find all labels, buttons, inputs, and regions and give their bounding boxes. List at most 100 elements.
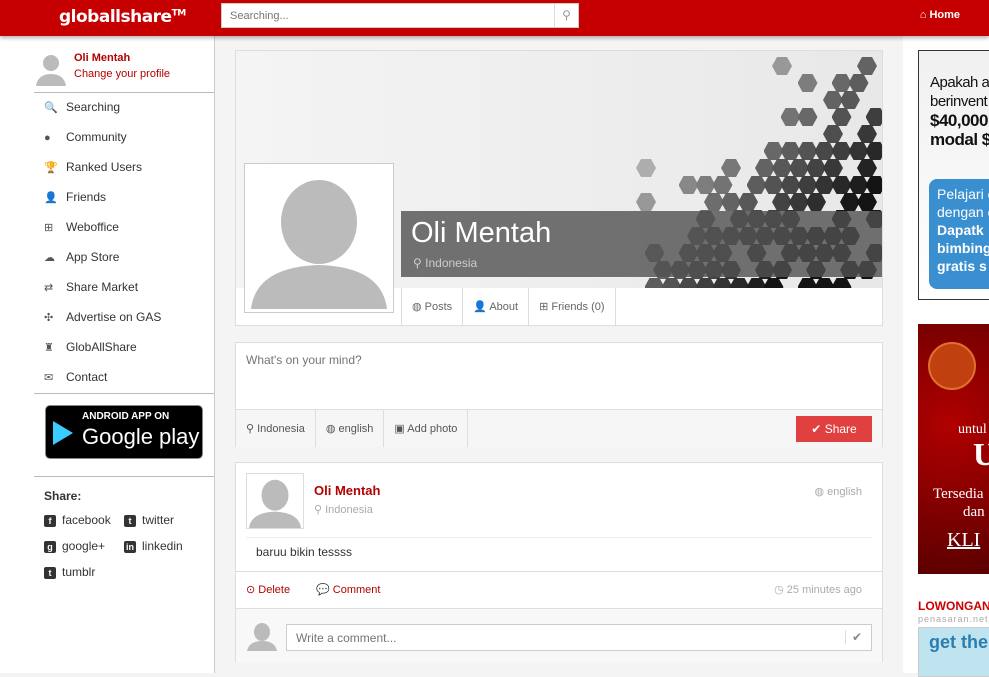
nav-icon: 🔍 — [44, 100, 66, 117]
nav-icon: ✉ — [44, 370, 66, 387]
share-label: twitter — [142, 513, 174, 527]
submit-comment-icon[interactable]: ✔ — [845, 630, 862, 644]
logo[interactable]: globallshareTM — [59, 7, 186, 27]
sidebar-item-globallshare[interactable]: ♜ GlobAllShare — [44, 339, 161, 369]
ad-text: gratis s — [937, 257, 989, 275]
gp-line2: Google play — [82, 424, 199, 450]
commenter-avatar — [246, 621, 278, 651]
user-name[interactable]: Oli Mentah — [74, 52, 130, 64]
hexagon-decoration — [636, 192, 656, 212]
sidebar-item-label: Weboffice — [66, 220, 119, 234]
name-band: Oli Mentah ⚲ Indonesia — [401, 211, 882, 277]
sidebar-item-weboffice[interactable]: ⊞ Weboffice — [44, 219, 161, 249]
sidebar-item-community[interactable]: ● Community — [44, 129, 161, 159]
nav-icon: ● — [44, 130, 66, 147]
sidebar-item-label: Share Market — [66, 280, 138, 294]
change-profile-link[interactable]: Change your profile — [74, 68, 170, 80]
sidebar-item-contact[interactable]: ✉ Contact — [44, 369, 161, 399]
ad-banner-2[interactable]: untul U Tersedia dan KLI — [918, 324, 989, 574]
language-text: english — [827, 486, 862, 498]
top-bar: globallshareTM ⚲ ⌂ Home — [0, 0, 989, 36]
avatar[interactable] — [34, 52, 68, 86]
divider — [236, 571, 882, 572]
home-icon: ⌂ — [920, 9, 927, 21]
logo-text: globallshare — [59, 7, 172, 27]
share-twitter[interactable]: t twitter — [124, 513, 174, 527]
map-marker-icon: ⚲ — [314, 504, 322, 516]
nav-icon: ♜ — [44, 340, 66, 357]
globe-icon: ◍ — [814, 486, 824, 498]
comment-button[interactable]: 💬 Comment — [316, 583, 380, 596]
hexagon-decoration — [823, 124, 843, 144]
sidebar-item-label: Advertise on GAS — [66, 310, 161, 324]
divider — [34, 92, 214, 93]
ad-text: dengan c — [937, 203, 989, 221]
share-button[interactable]: ✔ Share — [796, 416, 872, 442]
search-box: ⚲ — [221, 3, 579, 28]
status-input[interactable] — [236, 343, 882, 409]
nav-icon: ⇄ — [44, 280, 66, 297]
ad-banner-1[interactable]: Apakah a berinvent $40,000 modal $ Pelajari… — [918, 50, 989, 300]
hexagon-decoration — [806, 192, 826, 212]
google-play-button[interactable]: ANDROID APP ON Google play — [45, 405, 203, 459]
map-marker-icon: ⚲ — [246, 423, 254, 435]
tab-about[interactable]: 👤 About — [462, 288, 528, 326]
search-input[interactable] — [222, 4, 552, 27]
post-language: ◍ english — [814, 485, 862, 498]
profile-avatar[interactable] — [244, 163, 394, 313]
home-link[interactable]: ⌂ Home — [920, 9, 960, 21]
post-text: baruu bikin tessss — [256, 545, 352, 559]
location-button[interactable]: ⚲ Indonesia — [236, 410, 316, 447]
share-title: Share: — [44, 489, 81, 503]
tumblr-icon: t — [44, 567, 56, 579]
profile-header: Oli Mentah ⚲ Indonesia ◍ Posts 👤 About ⊞… — [235, 50, 883, 326]
sidebar-item-share-market[interactable]: ⇄ Share Market — [44, 279, 161, 309]
share-googleplus[interactable]: g google+ — [44, 539, 105, 553]
ad-text: bimbing — [937, 239, 989, 257]
hexagon-decoration — [798, 107, 818, 127]
language-button[interactable]: ◍ english — [316, 410, 385, 447]
user-icon: 👤 — [473, 301, 487, 313]
globe-icon: ◍ — [326, 423, 336, 435]
share-label: google+ — [62, 539, 105, 553]
sidebar-item-label: Contact — [66, 370, 107, 384]
post-card: Oli Mentah ⚲ Indonesia ◍ english baruu b… — [235, 462, 883, 662]
hexagon-decoration — [840, 90, 860, 110]
comment-icon: 💬 — [316, 584, 330, 596]
comment-input[interactable] — [286, 624, 872, 651]
googleplus-icon: g — [44, 541, 56, 553]
hexagon-decoration — [866, 175, 883, 195]
hexagon-decoration — [866, 107, 883, 127]
sidebar: Oli Mentah Change your profile 🔍 Searchin… — [0, 36, 215, 673]
sidebar-item-label: Ranked Users — [66, 160, 142, 174]
sidebar-item-friends[interactable]: 👤 Friends — [44, 189, 161, 219]
clock-icon: ◷ — [774, 584, 784, 596]
gp-line1: ANDROID APP ON — [82, 411, 169, 422]
hexagon-decoration — [857, 158, 877, 178]
sidebar-item-label: Community — [66, 130, 127, 144]
post-author[interactable]: Oli Mentah — [314, 483, 380, 498]
linkedin-icon: in — [124, 541, 136, 553]
search-icon[interactable]: ⚲ — [554, 4, 578, 27]
sidebar-item-label: GlobAllShare — [66, 340, 137, 354]
divider — [34, 476, 214, 477]
tab-posts[interactable]: ◍ Posts — [401, 288, 462, 326]
sidebar-item-searching[interactable]: 🔍 Searching — [44, 99, 161, 129]
share-facebook[interactable]: f facebook — [44, 513, 111, 527]
share-linkedin[interactable]: in linkedin — [124, 539, 183, 553]
post-author-avatar[interactable] — [246, 473, 304, 529]
tab-label: Friends (0) — [551, 301, 604, 313]
share-tumblr[interactable]: t tumblr — [44, 565, 95, 579]
sidebar-item-app-store[interactable]: ☁ App Store — [44, 249, 161, 279]
delete-button[interactable]: ⊙ Delete — [246, 583, 290, 596]
hexagon-decoration — [636, 158, 656, 178]
ad-text: Apakah a — [930, 73, 989, 92]
jobs-ad-title[interactable]: LOWONGAN — [918, 599, 989, 613]
add-photo-button[interactable]: ▣ Add photo — [384, 410, 468, 447]
tab-label: About — [489, 301, 518, 313]
sidebar-item-ranked-users[interactable]: 🏆 Ranked Users — [44, 159, 161, 189]
ad-text: berinvent — [930, 92, 989, 111]
sidebar-item-advertise-on-gas[interactable]: ✣ Advertise on GAS — [44, 309, 161, 339]
tab-friends[interactable]: ⊞ Friends (0) — [528, 288, 615, 326]
ad-banner-3[interactable]: get the — [918, 627, 989, 677]
